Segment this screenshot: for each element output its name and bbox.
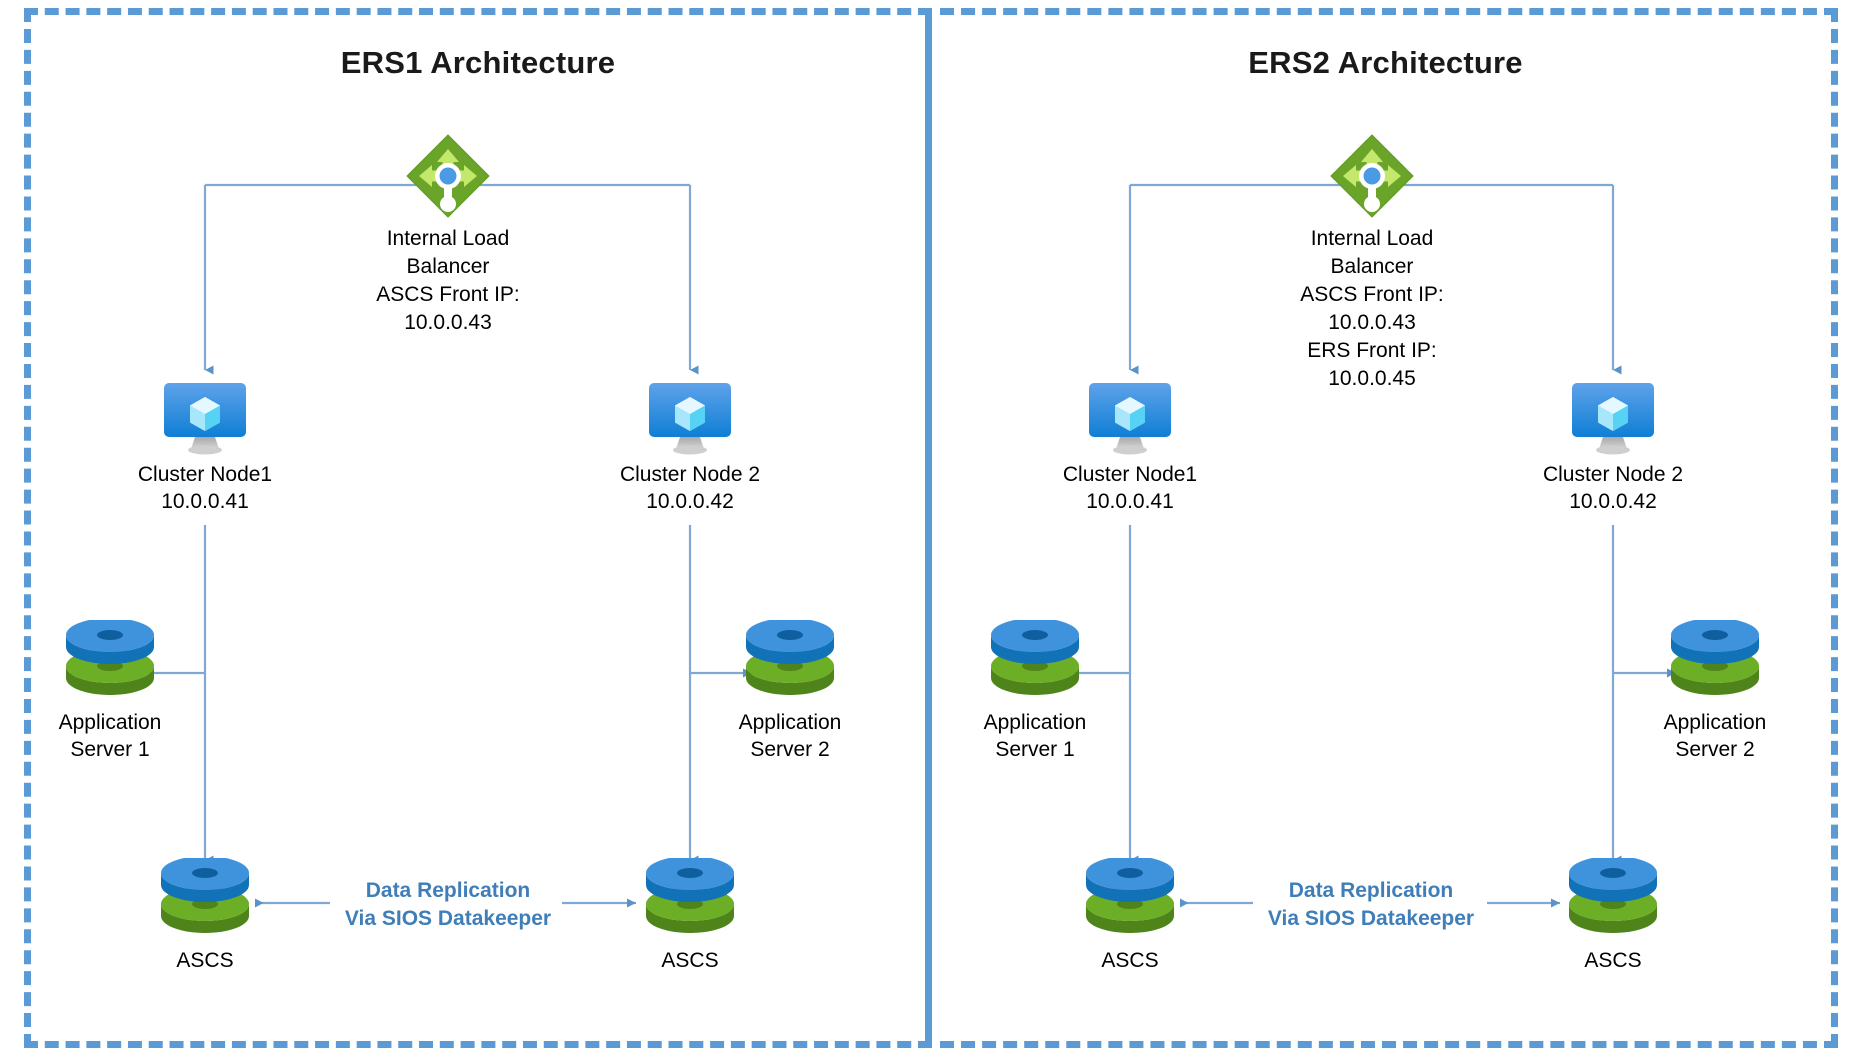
load-balancer-name-ers1: Internal Load Balancer [386,227,510,278]
panel-title-ers1: ERS1 Architecture [340,45,616,80]
ascs-node-1-label-ers1: ASCS [176,949,234,972]
app-server-1-label-ers2: Application Server 1 [983,711,1087,761]
ascs-node-2-label-ers1: ASCS [661,949,719,972]
disk-stack-icon [642,856,738,944]
disk-stack-icon [62,618,158,706]
disk-stack-icon [1667,618,1763,706]
monitor-icon [647,378,733,458]
cluster-node-1-label-ers1: Cluster Node1 10.0.0.41 [137,463,273,513]
load-balancer-icon [405,133,491,225]
load-balancer-detail-ers2: ASCS Front IP: 10.0.0.43 ERS Front IP: 1… [1300,282,1444,390]
ascs-node-1-label-ers2: ASCS [1101,949,1159,972]
ascs-node-2-label-ers2: ASCS [1584,949,1642,972]
monitor-icon [1087,378,1173,458]
load-balancer-detail-ers1: ASCS Front IP: 10.0.0.43 [376,282,520,334]
cluster-node-2-label-ers1: Cluster Node 2 10.0.0.42 [619,463,761,513]
disk-stack-icon [1565,856,1661,944]
disk-stack-icon [987,618,1083,706]
app-server-2-label-ers2: Application Server 2 [1663,711,1767,761]
app-server-1-label-ers1: Application Server 1 [58,711,162,761]
monitor-icon [162,378,248,458]
load-balancer-icon [1329,133,1415,225]
cluster-node-1-label-ers2: Cluster Node1 10.0.0.41 [1062,463,1198,513]
replication-caption-ers1: Data Replication Via SIOS Datakeeper [344,879,552,930]
disk-stack-icon [742,618,838,706]
panel-title-ers2: ERS2 Architecture [1248,45,1523,80]
disk-stack-icon [1082,856,1178,944]
disk-stack-icon [157,856,253,944]
cluster-node-2-label-ers2: Cluster Node 2 10.0.0.42 [1542,463,1684,513]
load-balancer-name-ers2: Internal Load Balancer [1310,227,1434,278]
monitor-icon [1570,378,1656,458]
diagram-canvas: ERS1 Architecture ERS2 Architecture Inte… [0,0,1854,1062]
app-server-2-label-ers1: Application Server 2 [738,711,842,761]
replication-caption-ers2: Data Replication Via SIOS Datakeeper [1267,879,1475,930]
